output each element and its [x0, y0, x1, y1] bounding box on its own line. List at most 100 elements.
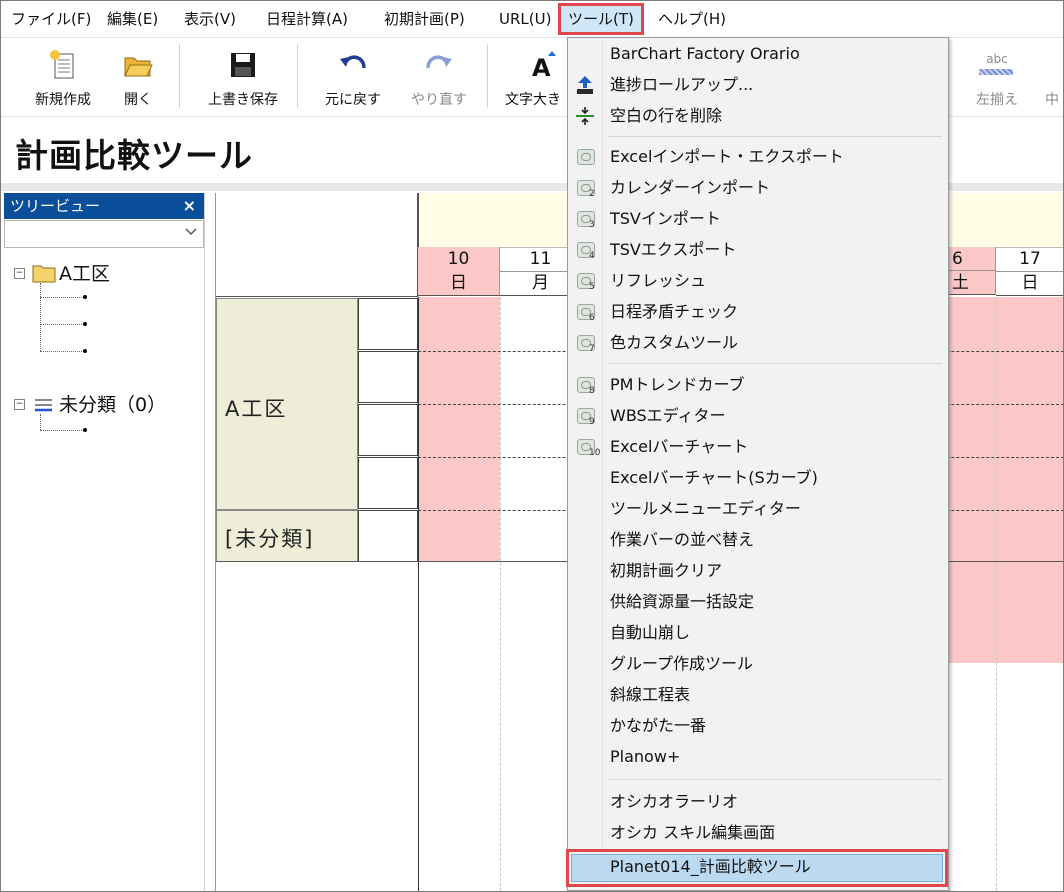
task-cell[interactable]: [358, 457, 418, 509]
menu-view[interactable]: 表示(V): [184, 1, 236, 37]
menu-bar: ファイル(F) 編集(E) 表示(V) 日程計算(A) 初期計画(P) URL(…: [1, 1, 1063, 38]
menu-item-planet014-plan-compare-tool[interactable]: Planet014_計画比較ツール: [566, 849, 948, 887]
menu-item-tsv-import[interactable]: 3 TSVインポート: [568, 203, 946, 234]
folder-icon: [32, 265, 56, 283]
day-cell: 17: [996, 247, 1063, 272]
menu-item-clear-initial-plan[interactable]: 初期計画クリア: [568, 555, 946, 586]
menu-item-excel-barchart[interactable]: 10 Excelバーチャート: [568, 431, 946, 462]
save-label: 上書き保存: [208, 92, 278, 108]
svg-text:A: A: [532, 54, 551, 82]
align-center-button[interactable]: 中: [1037, 38, 1063, 115]
menu-item-pm-trend-curve[interactable]: 8 PMトレンドカーブ: [568, 369, 946, 400]
align-center-label: 中: [1045, 92, 1059, 108]
task-cell[interactable]: [358, 404, 418, 456]
toolbar-separator: [179, 44, 180, 108]
tree-connector: [40, 297, 84, 298]
menu-item-progress-rollup[interactable]: 進捗ロールアップ...: [568, 69, 946, 100]
menu-item-label: リフレッシュ: [610, 271, 707, 290]
menu-item-kanagata-ichiban[interactable]: かながた一番: [568, 710, 946, 741]
chevron-down-icon: [185, 228, 197, 236]
plugin-icon: 9: [574, 405, 596, 427]
tree-node-uncategorized[interactable]: 未分類（0）: [59, 390, 166, 417]
collapse-toggle[interactable]: −: [14, 268, 25, 279]
menu-item-label: Planow+: [610, 747, 681, 766]
menu-item-bulk-resource-supply[interactable]: 供給資源量一括設定: [568, 586, 946, 617]
menu-item-delete-blank-rows[interactable]: 空白の行を削除: [568, 100, 946, 131]
group-label-uncategorized[interactable]: [未分類]: [225, 523, 314, 553]
day-cell: 10: [418, 247, 500, 272]
menu-item-oshika-skill-editor[interactable]: オシカ スキル編集画面: [568, 817, 946, 848]
page-title: 計画比較ツール: [15, 136, 253, 175]
collapse-toggle[interactable]: −: [14, 399, 25, 410]
plugin-icon: 2: [574, 177, 596, 199]
tree-leaf-marker[interactable]: [83, 295, 87, 299]
plugin-icon: [574, 146, 596, 168]
menu-item-oshika-orario[interactable]: オシカオラーリオ: [568, 786, 946, 817]
close-icon[interactable]: ×: [183, 193, 196, 219]
toolbar-separator: [297, 44, 298, 108]
undo-button[interactable]: 元に戻す: [311, 38, 395, 115]
task-cell[interactable]: [358, 351, 418, 403]
menu-item-refresh[interactable]: 5 リフレッシュ: [568, 265, 946, 296]
menu-item-auto-leveling[interactable]: 自動山崩し: [568, 617, 946, 648]
task-cell[interactable]: [358, 298, 418, 350]
menu-schedule-calc[interactable]: 日程計算(A): [266, 1, 348, 37]
tree-view-header: ツリービュー ×: [4, 193, 204, 219]
new-button[interactable]: 新規作成: [21, 38, 105, 115]
menu-item-label: 自動山崩し: [610, 623, 691, 642]
menu-item-barchart-factory-orario[interactable]: BarChart Factory Orario: [568, 38, 946, 69]
tree-node-a-section[interactable]: A工区: [59, 259, 110, 286]
task-cell[interactable]: [358, 510, 418, 562]
menu-tools[interactable]: ツール(T): [558, 3, 644, 35]
redo-icon: [426, 55, 452, 69]
menu-item-label: かながた一番: [610, 716, 707, 735]
menu-edit[interactable]: 編集(E): [107, 1, 158, 37]
font-size-icon: A: [532, 51, 556, 82]
menu-url[interactable]: URL(U): [499, 1, 551, 37]
menu-item-calendar-import[interactable]: 2 カレンダーインポート: [568, 172, 946, 203]
delete-rows-icon: [576, 107, 594, 125]
menu-item-sort-task-bars[interactable]: 作業バーの並べ替え: [568, 524, 946, 555]
menu-item-tool-menu-editor[interactable]: ツールメニューエディター: [568, 493, 946, 524]
menu-help[interactable]: ヘルプ(H): [658, 1, 726, 37]
tree-leaf-marker[interactable]: [83, 349, 87, 353]
align-left-button[interactable]: abc 左揃え: [957, 38, 1037, 115]
menu-item-label: Planet014_計画比較ツール: [610, 857, 811, 876]
tree-view-title: ツリービュー: [10, 197, 101, 215]
font-size-button[interactable]: A 文字大き: [501, 38, 567, 115]
menu-item-tsv-export[interactable]: 4 TSVエクスポート: [568, 234, 946, 265]
menu-item-label: 作業バーの並べ替え: [610, 530, 755, 549]
menu-item-label: 日程矛盾チェック: [610, 302, 739, 321]
menu-item-excel-barchart-scurve[interactable]: Excelバーチャート(Sカーブ): [568, 462, 946, 493]
open-label: 開く: [124, 92, 152, 108]
gantt-divider: [418, 297, 419, 891]
menu-item-color-custom-tool[interactable]: 7 色カスタムツール: [568, 327, 946, 358]
align-left-label: 左揃え: [976, 92, 1018, 108]
plugin-icon: 6: [574, 301, 596, 323]
menu-item-group-creation-tool[interactable]: グループ作成ツール: [568, 648, 946, 679]
open-button[interactable]: 開く: [103, 38, 173, 115]
tree-leaf-marker[interactable]: [83, 428, 87, 432]
menu-item-planow-plus[interactable]: Planow+: [568, 741, 946, 772]
gantt-corner-cell: [216, 193, 418, 297]
redo-button[interactable]: やり直す: [397, 38, 481, 115]
tools-dropdown-menu: BarChart Factory Orario 進捗ロールアップ... 空白の行…: [566, 37, 949, 891]
undo-icon: [340, 55, 366, 69]
menu-item-label: Excelバーチャート: [610, 437, 749, 456]
tree-view-filter-select[interactable]: [4, 220, 204, 248]
menu-item-excel-import-export[interactable]: Excelインポート・エクスポート: [568, 141, 946, 172]
save-button[interactable]: 上書き保存: [195, 38, 291, 115]
menu-item-schedule-conflict-check[interactable]: 6 日程矛盾チェック: [568, 296, 946, 327]
plugin-icon: 5: [574, 270, 596, 292]
menu-item-diagonal-schedule[interactable]: 斜線工程表: [568, 679, 946, 710]
tree-connector: [40, 324, 84, 325]
menu-initial-plan[interactable]: 初期計画(P): [384, 1, 465, 37]
menu-item-label: カレンダーインポート: [610, 178, 771, 197]
plugin-icon: 8: [574, 374, 596, 396]
align-left-sample: abc: [986, 52, 1008, 66]
menu-file[interactable]: ファイル(F): [11, 1, 91, 37]
weekday-cell: 日: [418, 271, 500, 296]
menu-item-wbs-editor[interactable]: 9 WBSエディター: [568, 400, 946, 431]
tree-leaf-marker[interactable]: [83, 322, 87, 326]
group-label-a-section[interactable]: A工区: [225, 393, 287, 423]
